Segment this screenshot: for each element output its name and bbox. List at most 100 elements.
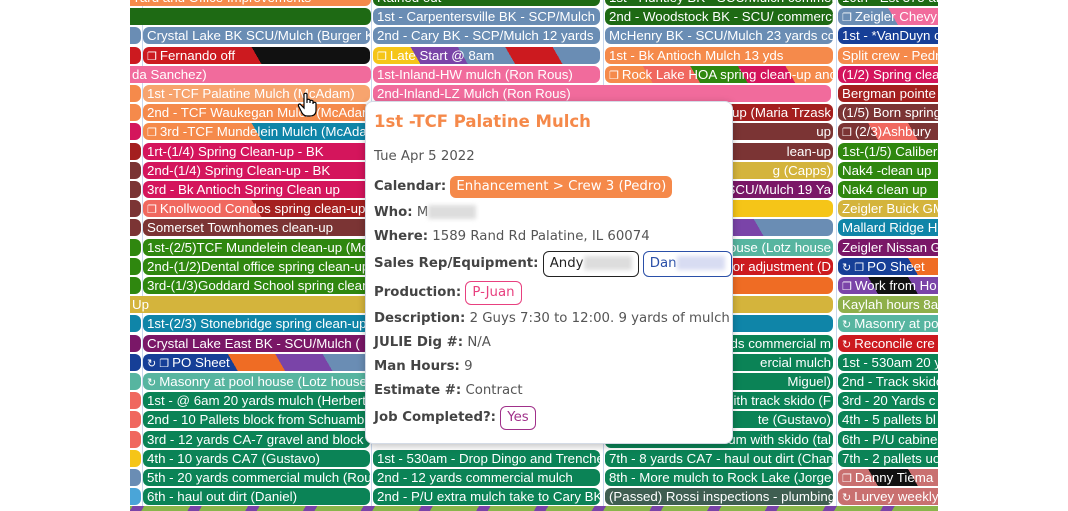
production-chip[interactable]: P-Juan [465, 281, 522, 305]
calendar-event[interactable]: ❐ Late Start @ 8am [373, 47, 600, 64]
calendar-event[interactable]: Kaylah hours 8a [838, 296, 938, 313]
calendar-event[interactable]: 2nd-(1/2)Dental office spring clean-up [143, 258, 370, 275]
calendar-event[interactable]: 2nd - 12 yards commercial mulch [373, 469, 600, 486]
calendar-event[interactable]: ↻ ❐ PO Sheet [143, 354, 370, 371]
calendar-event[interactable] [130, 27, 141, 44]
calendar-event[interactable] [130, 392, 141, 409]
calendar-event[interactable]: ❐ Knollwood Condos spring clean-up [143, 200, 370, 217]
calendar-event[interactable]: Zeigler Nissan G [838, 239, 938, 256]
sales-rep-chip[interactable]: Andy [542, 251, 639, 277]
calendar-event[interactable]: Crystal Lake East BK - SCU/Mulch ( [143, 335, 370, 352]
calendar-event[interactable] [130, 239, 141, 256]
calendar-event[interactable]: 8th - More mulch to Rock Lake (Jorge [605, 469, 833, 486]
calendar-event[interactable]: ❐ Danny Tiema [838, 469, 938, 486]
calendar-event[interactable]: 7th - 2 pallets uo [838, 450, 938, 467]
calendar-event[interactable]: ❐ Rock Lake HOA spring clean-up and [605, 66, 833, 83]
job-completed-chip[interactable]: Yes [500, 406, 536, 430]
calendar-event[interactable]: Nak4 clean up [838, 181, 938, 198]
calendar-event[interactable]: 1st-(1/5) Caliber [838, 143, 938, 160]
calendar-event[interactable]: (1/2) Spring clea [838, 66, 938, 83]
calendar-event[interactable]: 6th - haul out dirt (Daniel) [143, 488, 370, 505]
calendar-event[interactable]: 10th - Est 375 ar [838, 0, 938, 6]
calendar-event[interactable] [130, 431, 141, 448]
calendar-event[interactable] [130, 181, 141, 198]
calendar-event[interactable]: ❐ 3rd -TCF Mundelein Mulch (McAdam) [143, 123, 370, 140]
calendar-event[interactable]: McHenry BK - SCU/Mulch 23 yards co [605, 27, 833, 44]
calendar-event[interactable]: 3rd - Bk Antioch Spring Clean up [143, 181, 370, 198]
calendar-event[interactable]: Crystal Lake BK SCU/Mulch (Burger King) [143, 27, 370, 44]
calendar-event[interactable]: ↻ ❐ PO Sheet [838, 258, 938, 275]
calendar-event[interactable]: ↻ Masonry at po [838, 315, 938, 332]
calendar-event[interactable] [130, 488, 141, 505]
calendar-event[interactable]: 1st - @ 6am 20 yards mulch (Herbert) [143, 392, 370, 409]
calendar-event[interactable] [130, 8, 371, 25]
calendar-event[interactable]: 2nd - P/U extra mulch take to Cary BK [373, 488, 600, 505]
calendar-event[interactable]: Yard and Office Improvements [130, 0, 371, 6]
calendar-event[interactable]: Rained out [373, 0, 600, 6]
calendar-event[interactable]: ❐ Work from Ho [838, 277, 938, 294]
calendar-event[interactable] [130, 85, 141, 102]
calendar-event[interactable] [130, 47, 141, 64]
calendar-event[interactable]: Mallard Ridge H [838, 219, 938, 236]
calendar-event[interactable]: ❐ Zeigler Chevy [838, 8, 938, 25]
calendar-event[interactable]: Zeigler Buick GM [838, 200, 938, 217]
calendar-event[interactable]: 1st -TCF Palatine Mulch (McAdam) [143, 85, 370, 102]
calendar-event[interactable]: ↻ Reconcile cre [838, 335, 938, 352]
calendar-event[interactable] [130, 335, 141, 352]
calendar-event[interactable]: 2nd - Cary BK - SCP/Mulch 12 yards [373, 27, 600, 44]
calendar-event[interactable]: Somerset Townhomes clean-up [143, 219, 370, 236]
calendar-event[interactable]: Split crew - Pedro [838, 47, 938, 64]
calendar-event[interactable]: 2nd - Woodstock BK - SCU/ commercial [605, 8, 833, 25]
calendar-event[interactable] [130, 104, 141, 121]
calendar-event[interactable]: (Passed) Rossi inspections - plumbing [605, 488, 833, 505]
calendar-event[interactable]: 2nd-(1/4) Spring Clean-up - BK [143, 162, 370, 179]
event-title: 2nd-Inland-LZ Mulch (Ron Rous) [377, 86, 571, 101]
calendar-event[interactable] [130, 373, 141, 390]
calendar-event[interactable]: ↻ Lurvey weekly [838, 488, 938, 505]
calendar-event[interactable]: 1st-(2/5)TCF Mundelein clean-up (McAdam) [143, 239, 370, 256]
sales-rep-chip[interactable]: Dan [642, 251, 732, 277]
calendar-event[interactable]: 1st - Huntley BK - SCU/Mulch commercial [605, 0, 833, 6]
calendar-event[interactable]: 1st-(2/3) Stonebridge spring clean-up [143, 315, 370, 332]
calendar-event[interactable]: ❐ (2/3)Ashbury [838, 123, 938, 140]
calendar-event[interactable]: Nak4 -clean up [838, 162, 938, 179]
calendar-event[interactable]: 2nd - 10 Pallets block from Schuamburg [143, 411, 370, 428]
calendar-event[interactable] [130, 450, 141, 467]
calendar-event[interactable]: ↻ Masonry at pool house (Lotz house) [143, 373, 370, 390]
calendar-event[interactable] [130, 411, 141, 428]
calendar-event[interactable]: 3rd-(1/3)Goddard School spring clean-up [143, 277, 370, 294]
calendar-event[interactable]: 2nd-Inland-LZ Mulch (Ron Rous) [373, 85, 831, 102]
calendar-event[interactable] [130, 354, 141, 371]
calendar-event[interactable]: 1st - *VanDuyn c [838, 27, 938, 44]
calendar-event[interactable] [130, 162, 141, 179]
calendar-event[interactable] [130, 123, 141, 140]
calendar-event[interactable]: 1st - Carpentersville BK - SCP/Mulch [373, 8, 600, 25]
calendar-event[interactable]: 1st - 530am 20 y [838, 354, 938, 371]
calendar-event[interactable] [130, 277, 141, 294]
calendar-event[interactable]: ❐ Fernando off [143, 47, 370, 64]
calendar-event[interactable] [130, 200, 141, 217]
calendar-event[interactable]: 4th - 5 pallets bl [838, 411, 938, 428]
calendar-event[interactable]: 7th - 8 yards CA7 - haul out dirt (Chan [605, 450, 833, 467]
calendar-event[interactable]: 6th - P/U cabine [838, 431, 938, 448]
calendar-event[interactable]: 1rt-(1/4) Spring Clean-up - BK [143, 143, 370, 160]
calendar-event[interactable]: 3rd - 12 yards CA-7 gravel and block [143, 431, 370, 448]
calendar-badge[interactable]: Enhancement > Crew 3 (Pedro) [450, 176, 673, 198]
calendar-event[interactable] [130, 315, 141, 332]
copy-icon: ❐ [609, 70, 619, 82]
calendar-event[interactable]: 1st - Bk Antioch Mulch 13 yds [605, 47, 833, 64]
calendar-event[interactable]: 3rd - 20 Yards c [838, 392, 938, 409]
calendar-event[interactable] [130, 219, 141, 236]
calendar-event[interactable]: 2nd - Track skido [838, 373, 938, 390]
calendar-event[interactable]: Bergman pointe [838, 85, 938, 102]
calendar-event[interactable] [130, 258, 141, 275]
calendar-event[interactable]: 1st-Inland-HW mulch (Ron Rous) [373, 66, 600, 83]
calendar-event[interactable]: 1st - 530am - Drop Dingo and Trencher [373, 450, 600, 467]
calendar-event[interactable]: 5th - 20 yards commercial mulch (Rou [143, 469, 370, 486]
calendar-event[interactable] [130, 143, 141, 160]
calendar-event[interactable]: (1/5) Born spring [838, 104, 938, 121]
calendar-event[interactable]: da Sanchez) [130, 66, 371, 83]
calendar-event[interactable] [130, 469, 141, 486]
calendar-event[interactable]: 2nd - TCF Waukegan Mulch (McAdam) [143, 104, 370, 121]
calendar-event[interactable]: 4th - 10 yards CA7 (Gustavo) [143, 450, 370, 467]
